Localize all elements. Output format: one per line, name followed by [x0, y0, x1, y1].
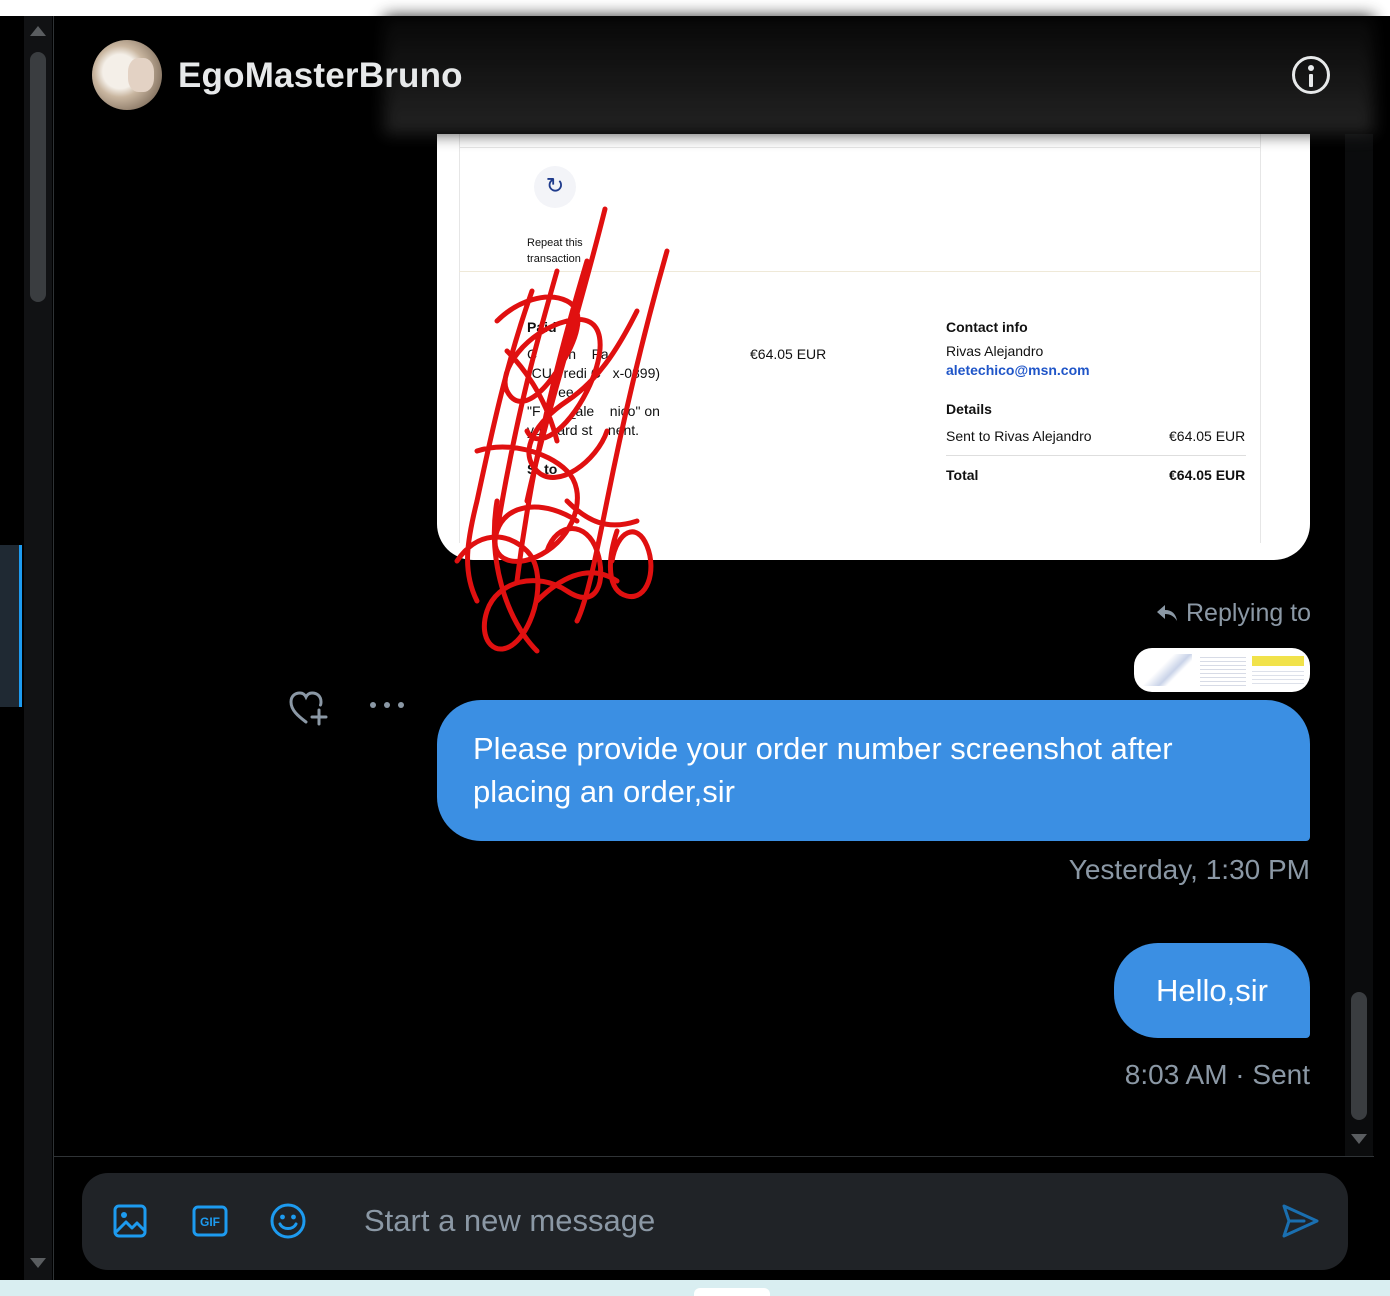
composer-divider — [54, 1156, 1374, 1157]
receipt-frame — [459, 133, 1261, 543]
contact-email-link: aletechico@msn.com — [946, 362, 1090, 378]
replying-to-label: Replying to — [1186, 599, 1312, 627]
paid-label: Paid — [527, 319, 557, 335]
reply-preview-thumbnail[interactable] — [1134, 648, 1310, 692]
contact-info-label: Contact info — [946, 319, 1028, 335]
repeat-label-line1: Repeat this — [527, 237, 583, 249]
message-bubble[interactable]: Please provide your order number screens… — [437, 700, 1310, 841]
send-icon[interactable] — [1280, 1202, 1320, 1240]
conversation-title[interactable]: EgoMasterBruno — [178, 56, 463, 96]
details-label: Details — [946, 401, 992, 417]
thumbnail-section — [1252, 668, 1304, 686]
paid-line: ee — [527, 384, 574, 400]
dm-conversation-panel: ↻ Repeat this transaction Paid C n Pa (C… — [53, 16, 1374, 1280]
avatar-detail — [128, 58, 154, 92]
total-label: Total — [946, 467, 979, 483]
message-input[interactable]: Start a new message — [364, 1203, 655, 1239]
sidebar-selected-conversation-indicator[interactable] — [0, 545, 22, 707]
sent-to-label: Sent to Rivas Alejandro — [946, 428, 1092, 444]
paid-line: (CU redi C x-0899) — [527, 365, 661, 381]
total-amount: €64.05 EUR — [1169, 467, 1246, 483]
more-dot — [370, 702, 376, 708]
info-icon-dot — [1308, 65, 1314, 71]
info-icon-bar — [1309, 74, 1313, 87]
details-divider — [946, 455, 1246, 456]
info-icon[interactable] — [1292, 56, 1330, 94]
browser-top-strip — [0, 0, 1390, 16]
header-blur — [384, 16, 1374, 134]
thumbnail-section — [1252, 656, 1304, 666]
sent-to-amount: €64.05 EUR — [1169, 428, 1246, 444]
thumbnail-section — [1140, 654, 1192, 686]
more-options-icon[interactable] — [370, 702, 406, 714]
outer-scrollbar[interactable] — [24, 16, 52, 1280]
gif-icon[interactable]: GIF — [192, 1203, 228, 1239]
paid-line: C n Pa — [527, 346, 609, 362]
ship-to-label: S to — [527, 461, 558, 477]
paid-line: "F _ale nico" on — [527, 403, 660, 419]
message-timestamp-status: 8:03 AM · Sent — [1124, 1059, 1310, 1090]
avatar[interactable] — [92, 40, 162, 110]
message-composer: GIF Start a new message — [82, 1173, 1348, 1270]
bottom-tab-handle[interactable] — [694, 1288, 770, 1296]
conversation-scrollbar[interactable] — [1345, 134, 1373, 1156]
add-reaction-heart-icon[interactable] — [288, 690, 328, 726]
more-dot — [398, 702, 404, 708]
receipt-divider — [459, 147, 1261, 148]
scroll-down-arrow-icon[interactable] — [30, 1258, 46, 1268]
paid-line: yo ard st nent. — [527, 422, 640, 438]
contact-name: Rivas Alejandro — [946, 343, 1044, 359]
repeat-label-line2: transaction — [527, 253, 581, 265]
scrollbar-thumb[interactable] — [1351, 992, 1367, 1120]
thumbnail-section — [1200, 654, 1246, 686]
scroll-down-arrow-icon[interactable] — [1351, 1134, 1367, 1144]
media-icon[interactable] — [112, 1203, 148, 1239]
paid-amount: €64.05 EUR — [750, 346, 827, 362]
message-timestamp: Yesterday, 1:30 PM — [1068, 854, 1310, 885]
receipt-divider — [459, 271, 1261, 272]
scrollbar-thumb[interactable] — [30, 52, 46, 302]
message-bubble[interactable]: Hello,sir — [1114, 943, 1310, 1038]
svg-text:GIF: GIF — [200, 1215, 220, 1229]
receipt-image-attachment[interactable]: ↻ Repeat this transaction Paid C n Pa (C… — [437, 133, 1310, 560]
emoji-icon[interactable] — [270, 1203, 306, 1239]
scroll-up-arrow-icon[interactable] — [30, 26, 46, 36]
conversation-header: EgoMasterBruno — [54, 16, 1374, 134]
browser-bottom-strip — [0, 1280, 1390, 1296]
more-dot — [384, 702, 390, 708]
reply-arrow-icon — [1157, 605, 1177, 621]
repeat-transaction-icon: ↻ — [534, 166, 576, 208]
